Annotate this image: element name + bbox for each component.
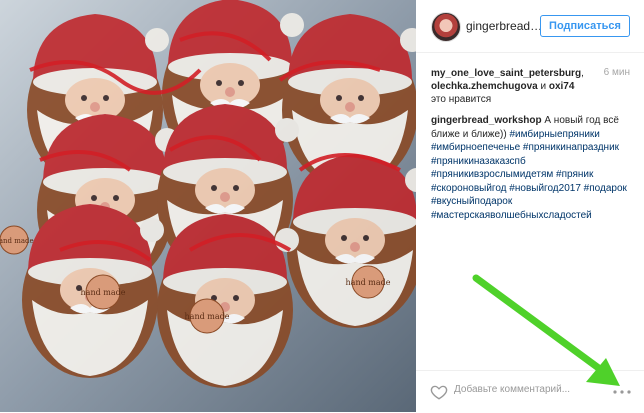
hashtag-link[interactable]: #новыйгод2017 — [509, 183, 581, 194]
hashtag-link[interactable]: #вкусныйподарок — [431, 196, 512, 207]
hashtag-link[interactable]: #пряникинапраздник — [523, 142, 619, 153]
follow-button[interactable]: Подписаться — [540, 15, 630, 37]
hashtag-link[interactable]: #имбирныепряники — [509, 129, 599, 140]
more-options-icon[interactable] — [612, 387, 632, 397]
avatar[interactable] — [431, 12, 461, 42]
post-caption: gingerbread_workshop А новый год всё бли… — [431, 114, 636, 222]
caption-owner[interactable]: gingerbread_workshop — [431, 115, 542, 126]
hashtag-link[interactable]: #пряникивзрослымидетям — [431, 169, 553, 180]
likes-text: my_one_love_saint_petersburg, olechka.zh… — [431, 67, 591, 106]
like-user-link[interactable]: my_one_love_saint_petersburg — [431, 68, 581, 79]
svg-text:hand made: hand made — [81, 288, 126, 297]
post-photo[interactable]: hand made hand made hand made hand made — [0, 0, 416, 412]
hashtag-link[interactable]: #скороновыйгод — [431, 183, 507, 194]
likes-and: и — [537, 81, 549, 92]
hashtag-link[interactable]: #пряник — [556, 169, 593, 180]
post-username[interactable]: gingerbread_workshop — [466, 19, 544, 33]
hashtag-link[interactable]: #мастерскаяволшебныхсладостей — [431, 210, 592, 221]
hashtag-link[interactable]: #пряникиназаказспб — [431, 156, 526, 167]
post-side-panel: gingerbread_workshop Подписаться my_one_… — [416, 0, 644, 412]
santa-cookies-image: hand made hand made hand made hand made — [0, 0, 416, 412]
like-user-link[interactable]: oxi74 — [549, 81, 575, 92]
heart-icon[interactable] — [430, 383, 448, 401]
post-header: gingerbread_workshop Подписаться — [416, 0, 644, 53]
post-footer: Добавьте комментарий... — [416, 370, 644, 413]
hashtag-link[interactable]: #подарок — [584, 183, 627, 194]
hashtag-link[interactable]: #имбирноепеченье — [431, 142, 520, 153]
likes-suffix: это нравится — [431, 94, 492, 105]
post-time[interactable]: 6 мин — [604, 67, 630, 78]
like-user-link[interactable]: olechka.zhemchugova — [431, 81, 538, 92]
svg-text:hand made: hand made — [346, 278, 391, 287]
likes-separator: , — [581, 68, 584, 79]
comment-input[interactable]: Добавьте комментарий... — [454, 384, 570, 395]
svg-text:hand made: hand made — [185, 312, 230, 321]
svg-text:hand made: hand made — [0, 237, 34, 245]
